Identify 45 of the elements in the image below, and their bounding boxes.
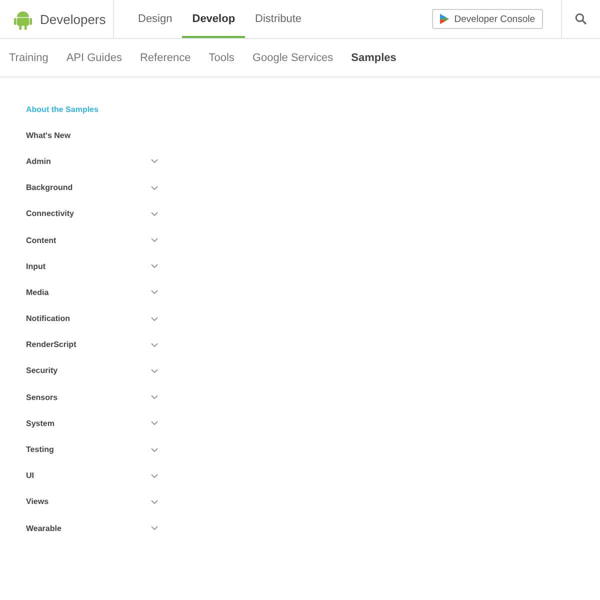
sidebar-item[interactable]: Content (26, 236, 56, 245)
nav-tab[interactable]: Distribute (245, 0, 312, 38)
chevron-down-icon[interactable] (151, 264, 158, 268)
sub-nav-tab[interactable]: Samples (351, 52, 396, 64)
nav-tab[interactable]: Develop (182, 0, 246, 38)
sub-nav-tab[interactable]: Training (9, 52, 48, 64)
chevron-down-icon[interactable] (151, 368, 158, 373)
sub-nav-tab[interactable]: Tools (208, 52, 234, 64)
chevron-down-icon[interactable] (151, 500, 158, 504)
play-triangle-icon (440, 14, 450, 24)
chevron-down-icon[interactable] (151, 421, 158, 426)
brand-name[interactable]: Developers (40, 12, 106, 26)
sidebar-item[interactable]: Connectivity (26, 209, 74, 218)
chevron-down-icon[interactable] (151, 448, 158, 452)
sub-nav-tab[interactable]: API Guides (66, 52, 122, 64)
sidebar-item[interactable]: Testing (26, 445, 54, 454)
sidebar-item[interactable]: System (26, 418, 54, 428)
sidebar-item[interactable]: Media (26, 288, 49, 297)
android-logo-icon (14, 8, 32, 30)
chevron-down-icon[interactable] (151, 159, 158, 164)
chevron-down-icon[interactable] (151, 526, 158, 530)
sidebar-item[interactable]: UI (26, 471, 34, 480)
chevron-down-icon[interactable] (151, 316, 158, 321)
sidebar-item[interactable]: Security (26, 366, 58, 376)
sub-nav-tab[interactable]: Reference (140, 52, 191, 64)
sidebar-item[interactable]: What's New (26, 130, 71, 140)
search-icon[interactable] (575, 13, 587, 25)
sidebar-item[interactable]: Wearable (26, 524, 62, 533)
sidebar-item[interactable]: Views (26, 497, 49, 506)
sub-nav-tab[interactable]: Google Services (252, 52, 334, 64)
sidebar-item[interactable]: Background (26, 183, 73, 192)
chevron-down-icon[interactable] (151, 290, 158, 294)
sidebar-item[interactable]: RenderScript (26, 340, 76, 350)
chevron-down-icon[interactable] (151, 395, 158, 400)
nav-tab[interactable]: Design (128, 0, 182, 38)
developer-console-button[interactable]: Developer Console (432, 9, 543, 29)
chevron-down-icon[interactable] (151, 474, 158, 478)
chevron-down-icon[interactable] (151, 342, 158, 347)
sidebar-item[interactable]: Admin (26, 156, 51, 166)
sidebar-item[interactable]: Notification (26, 314, 70, 324)
sidebar-item[interactable]: Input (26, 262, 46, 271)
chevron-down-icon[interactable] (151, 186, 158, 190)
chevron-down-icon[interactable] (151, 238, 158, 242)
chevron-down-icon[interactable] (151, 212, 158, 216)
sidebar-item[interactable]: Sensors (26, 392, 58, 402)
